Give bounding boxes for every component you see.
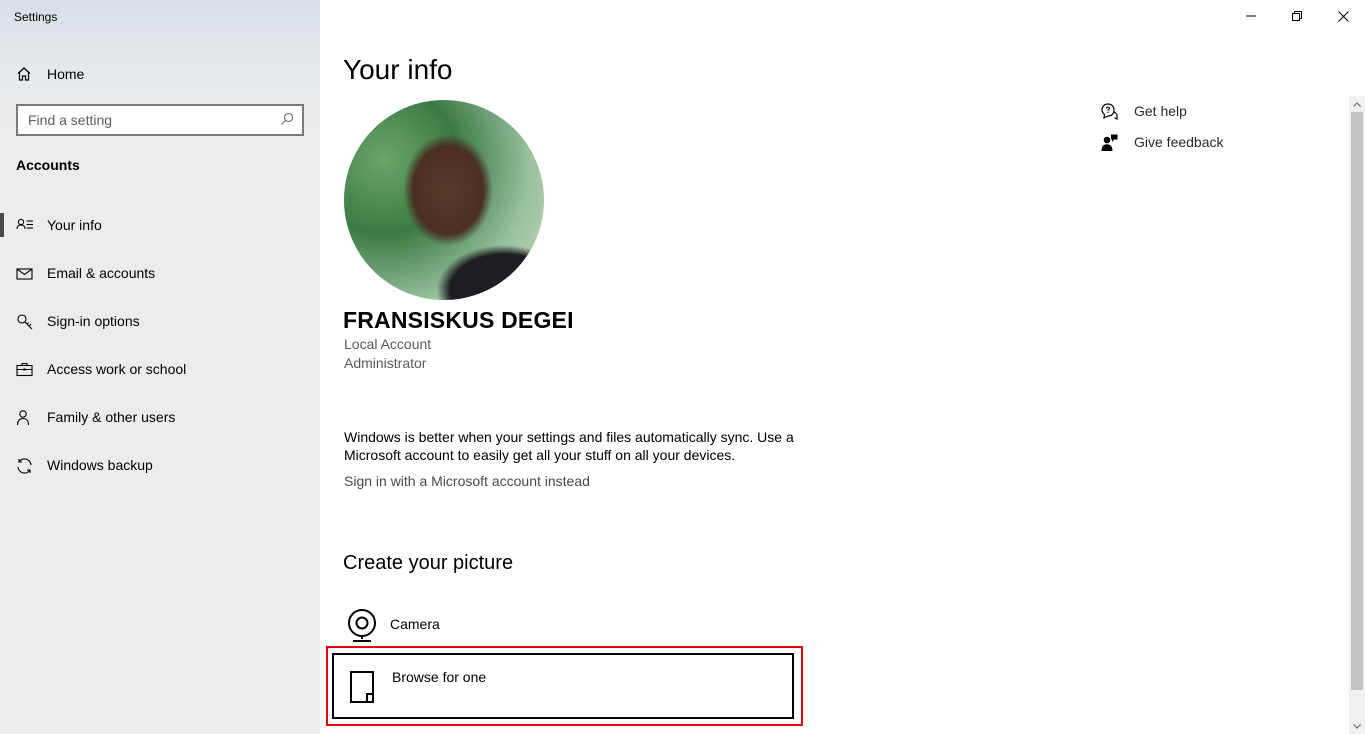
key-icon bbox=[17, 314, 33, 330]
sidebar-item-label: Your info bbox=[47, 217, 102, 233]
get-help-label: Get help bbox=[1134, 103, 1187, 119]
person-list-icon bbox=[16, 218, 33, 230]
camera-label: Camera bbox=[390, 616, 440, 632]
sidebar-item-label: Sign-in options bbox=[47, 313, 140, 329]
file-icon bbox=[350, 671, 374, 703]
scrollbar-thumb[interactable] bbox=[1351, 112, 1363, 690]
home-label: Home bbox=[47, 66, 85, 82]
chevron-down-icon bbox=[1353, 723, 1361, 729]
sidebar-item-email-accounts[interactable]: Email & accounts bbox=[0, 253, 320, 293]
section-title: Accounts bbox=[16, 157, 80, 173]
sync-icon bbox=[17, 458, 32, 474]
home-icon bbox=[17, 67, 31, 81]
sidebar-item-label: Access work or school bbox=[47, 361, 187, 377]
create-picture-title: Create your picture bbox=[343, 552, 514, 574]
sidebar-item-label: Family & other users bbox=[47, 409, 176, 425]
sidebar-item-family-users[interactable]: Family & other users bbox=[0, 397, 320, 437]
search-icon[interactable] bbox=[280, 112, 294, 131]
sidebar-item-access-work-school[interactable]: Access work or school bbox=[0, 349, 320, 389]
browse-option[interactable]: Browse for one bbox=[332, 653, 794, 719]
minimize-icon bbox=[1246, 15, 1256, 17]
minimize-button[interactable] bbox=[1228, 0, 1274, 32]
sidebar-item-label: Email & accounts bbox=[47, 265, 156, 281]
person-add-icon bbox=[16, 410, 30, 426]
sidebar-item-your-info[interactable]: Your info bbox=[0, 205, 320, 245]
chevron-up-icon bbox=[1353, 101, 1361, 107]
close-icon bbox=[1337, 10, 1349, 22]
restore-icon bbox=[1292, 11, 1302, 21]
microsoft-account-link[interactable]: Sign in with a Microsoft account instead bbox=[344, 473, 590, 489]
get-help-link[interactable]: Get help bbox=[1101, 99, 1187, 123]
search-input[interactable] bbox=[18, 106, 278, 134]
sidebar-item-windows-backup[interactable]: Windows backup bbox=[0, 445, 320, 485]
give-feedback-label: Give feedback bbox=[1134, 134, 1224, 150]
app-title: Settings bbox=[14, 10, 58, 24]
help-chat-icon bbox=[1101, 102, 1118, 120]
avatar bbox=[344, 100, 544, 300]
user-name: FRANSISKUS DEGEI bbox=[343, 307, 574, 333]
sidebar-item-sign-in-options[interactable]: Sign-in options bbox=[0, 301, 320, 341]
scroll-up-button[interactable] bbox=[1349, 96, 1365, 112]
scroll-down-button[interactable] bbox=[1349, 718, 1365, 734]
search-box[interactable] bbox=[16, 104, 304, 136]
feedback-icon bbox=[1101, 134, 1118, 151]
browse-label: Browse for one bbox=[392, 669, 487, 685]
account-type: Local Account bbox=[344, 336, 432, 352]
camera-icon bbox=[348, 609, 376, 642]
mail-icon bbox=[16, 268, 33, 280]
sidebar-item-label: Windows backup bbox=[47, 457, 153, 473]
sync-message: Windows is better when your settings and… bbox=[344, 429, 794, 463]
account-role: Administrator bbox=[344, 355, 427, 371]
close-button[interactable] bbox=[1320, 0, 1365, 32]
restore-button[interactable] bbox=[1274, 0, 1320, 32]
give-feedback-link[interactable]: Give feedback bbox=[1101, 130, 1224, 154]
sidebar: Settings Home Accounts Your info bbox=[0, 0, 320, 734]
briefcase-icon bbox=[16, 362, 33, 377]
page-title: Your info bbox=[343, 54, 453, 85]
home-button[interactable]: Home bbox=[16, 62, 306, 86]
